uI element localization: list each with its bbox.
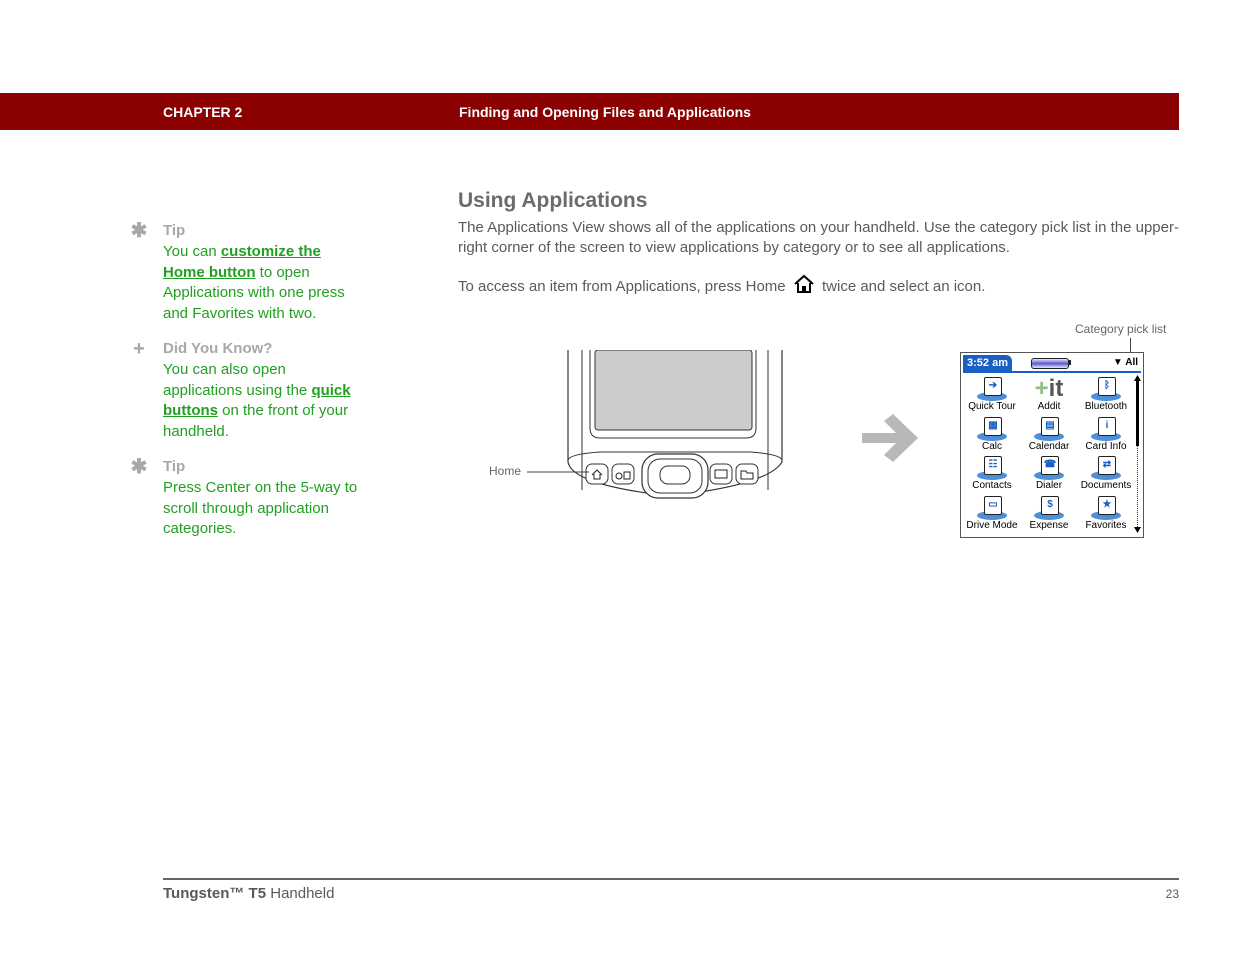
- app-label: Dialer: [1035, 480, 1063, 491]
- bluetooth-icon: ᛒ: [1089, 377, 1123, 401]
- category-value: All: [1125, 357, 1138, 368]
- footer-product: Tungsten™ T5 Handheld: [163, 885, 334, 902]
- app-glyph: ★: [1098, 495, 1116, 515]
- addit-icon: +it: [1034, 375, 1064, 402]
- app-label: Favorites: [1085, 519, 1127, 531]
- app-label: Card Info: [1085, 440, 1127, 452]
- app-glyph: $: [1041, 495, 1059, 515]
- app-drive-mode[interactable]: ▭ Drive Mode: [963, 494, 1021, 534]
- quick-tour-icon: ➔: [975, 377, 1009, 401]
- app-glyph: ▭: [984, 495, 1002, 515]
- asterisk-icon: ✱: [130, 456, 148, 478]
- category-pick-list-callout: Category pick list: [1075, 322, 1167, 336]
- home-leader-line: [527, 471, 589, 473]
- home-icon: [793, 274, 815, 300]
- paragraph-text: twice and select an icon.: [821, 278, 986, 295]
- body-paragraph: The Applications View shows all of the a…: [458, 219, 1179, 256]
- app-favorites[interactable]: ★ Favorites: [1077, 494, 1135, 534]
- chapter-title: Finding and Opening Files and Applicatio…: [459, 104, 751, 120]
- app-contacts[interactable]: ☷ Contacts: [963, 454, 1021, 494]
- app-label: Calendar: [1028, 440, 1070, 452]
- tip-text: You can customize the Home button to ope…: [163, 242, 358, 324]
- footer-product-bold: Tungsten™ T5: [163, 885, 267, 902]
- paragraph-text: To access an item from Applications, pre…: [458, 278, 786, 295]
- app-glyph: ᛒ: [1098, 377, 1116, 396]
- scroll-thumb[interactable]: [1136, 381, 1139, 446]
- app-card-info[interactable]: i Card Info: [1077, 415, 1135, 455]
- category-pick-list[interactable]: ▼ All: [1113, 355, 1138, 371]
- battery-tip: [1069, 360, 1071, 365]
- dialer-icon: ☎: [1032, 456, 1066, 480]
- footer-rule: [163, 878, 1179, 880]
- app-glyph: ➔: [984, 377, 1002, 396]
- sidebar-notes: ✱ Tip You can customize the Home button …: [128, 220, 358, 556]
- app-addit[interactable]: +it Addit: [1021, 375, 1077, 415]
- expense-icon: $: [1032, 495, 1066, 520]
- did-you-know-heading: Did You Know?: [163, 340, 273, 357]
- app-label: Addit: [1037, 401, 1061, 412]
- app-grid: ➔ Quick Tour +it Addit ᛒ Bluetooth ▦ Calc ▤ Calen…: [963, 375, 1133, 533]
- right-arrow-icon: [860, 414, 920, 469]
- documents-icon: ⇄: [1089, 456, 1123, 480]
- app-glyph: ▤: [1041, 416, 1059, 436]
- app-dialer[interactable]: ☎ Dialer: [1021, 454, 1077, 494]
- body-paragraph: To access an item from Applications, pre…: [458, 274, 1183, 300]
- app-label: Expense: [1029, 519, 1069, 531]
- tip-block: ✱ Tip Press Center on the 5-way to scrol…: [128, 456, 358, 540]
- drive-mode-icon: ▭: [975, 495, 1009, 520]
- tip-text: Press Center on the 5-way to scroll thro…: [163, 479, 358, 537]
- section-heading: Using Applications: [458, 189, 648, 212]
- app-expense[interactable]: $ Expense: [1021, 494, 1077, 534]
- favorites-icon: ★: [1089, 495, 1123, 520]
- applications-view-screen: 3:52 am ▼ All ➔ Quick Tour +it Addit ᛒ Blueto…: [960, 352, 1144, 538]
- app-bluetooth[interactable]: ᛒ Bluetooth: [1077, 375, 1135, 415]
- app-glyph: ▦: [984, 416, 1002, 436]
- app-glyph: ☷: [984, 456, 1002, 475]
- calendar-icon: ▤: [1032, 416, 1066, 441]
- triangle-down-icon: ▼: [1112, 357, 1126, 368]
- app-label: Bluetooth: [1084, 401, 1128, 412]
- home-callout-label: Home: [489, 464, 522, 478]
- app-documents[interactable]: ⇄ Documents: [1077, 454, 1135, 494]
- app-calc[interactable]: ▦ Calc: [963, 415, 1021, 455]
- scrollbar[interactable]: [1134, 375, 1141, 533]
- page-number: 23: [1165, 887, 1179, 901]
- battery-icon: [1031, 358, 1069, 369]
- asterisk-icon: ✱: [130, 220, 148, 242]
- app-label: Drive Mode: [966, 519, 1018, 531]
- calc-icon: ▦: [975, 416, 1009, 441]
- footer-product-rest: Handheld: [266, 885, 335, 902]
- chapter-label: CHAPTER 2: [163, 104, 243, 120]
- plus-icon: +: [133, 338, 145, 360]
- app-glyph: ⇄: [1098, 456, 1116, 475]
- tip-text-before: You can: [163, 243, 221, 260]
- app-label: Quick Tour: [968, 401, 1016, 412]
- app-glyph: ☎: [1041, 456, 1059, 475]
- dyk-text-before: You can also open applications using the: [163, 361, 312, 399]
- tip-heading: Tip: [163, 458, 186, 475]
- app-calendar[interactable]: ▤ Calendar: [1021, 415, 1077, 455]
- contacts-icon: ☷: [975, 456, 1009, 480]
- did-you-know-block: + Did You Know? You can also open applic…: [128, 338, 358, 442]
- screen-title-bar: 3:52 am ▼ All: [963, 355, 1141, 373]
- did-you-know-text: You can also open applications using the…: [163, 360, 358, 442]
- app-label: Contacts: [972, 480, 1012, 491]
- app-label: Documents: [1080, 480, 1132, 491]
- card-info-icon: i: [1089, 416, 1123, 441]
- clock[interactable]: 3:52 am: [963, 355, 1012, 371]
- app-glyph: i: [1098, 416, 1116, 436]
- app-quick-tour[interactable]: ➔ Quick Tour: [963, 375, 1021, 415]
- app-label: Calc: [981, 440, 1002, 452]
- tip-block: ✱ Tip You can customize the Home button …: [128, 220, 358, 324]
- handheld-illustration: [567, 350, 783, 499]
- tip-heading: Tip: [163, 222, 186, 239]
